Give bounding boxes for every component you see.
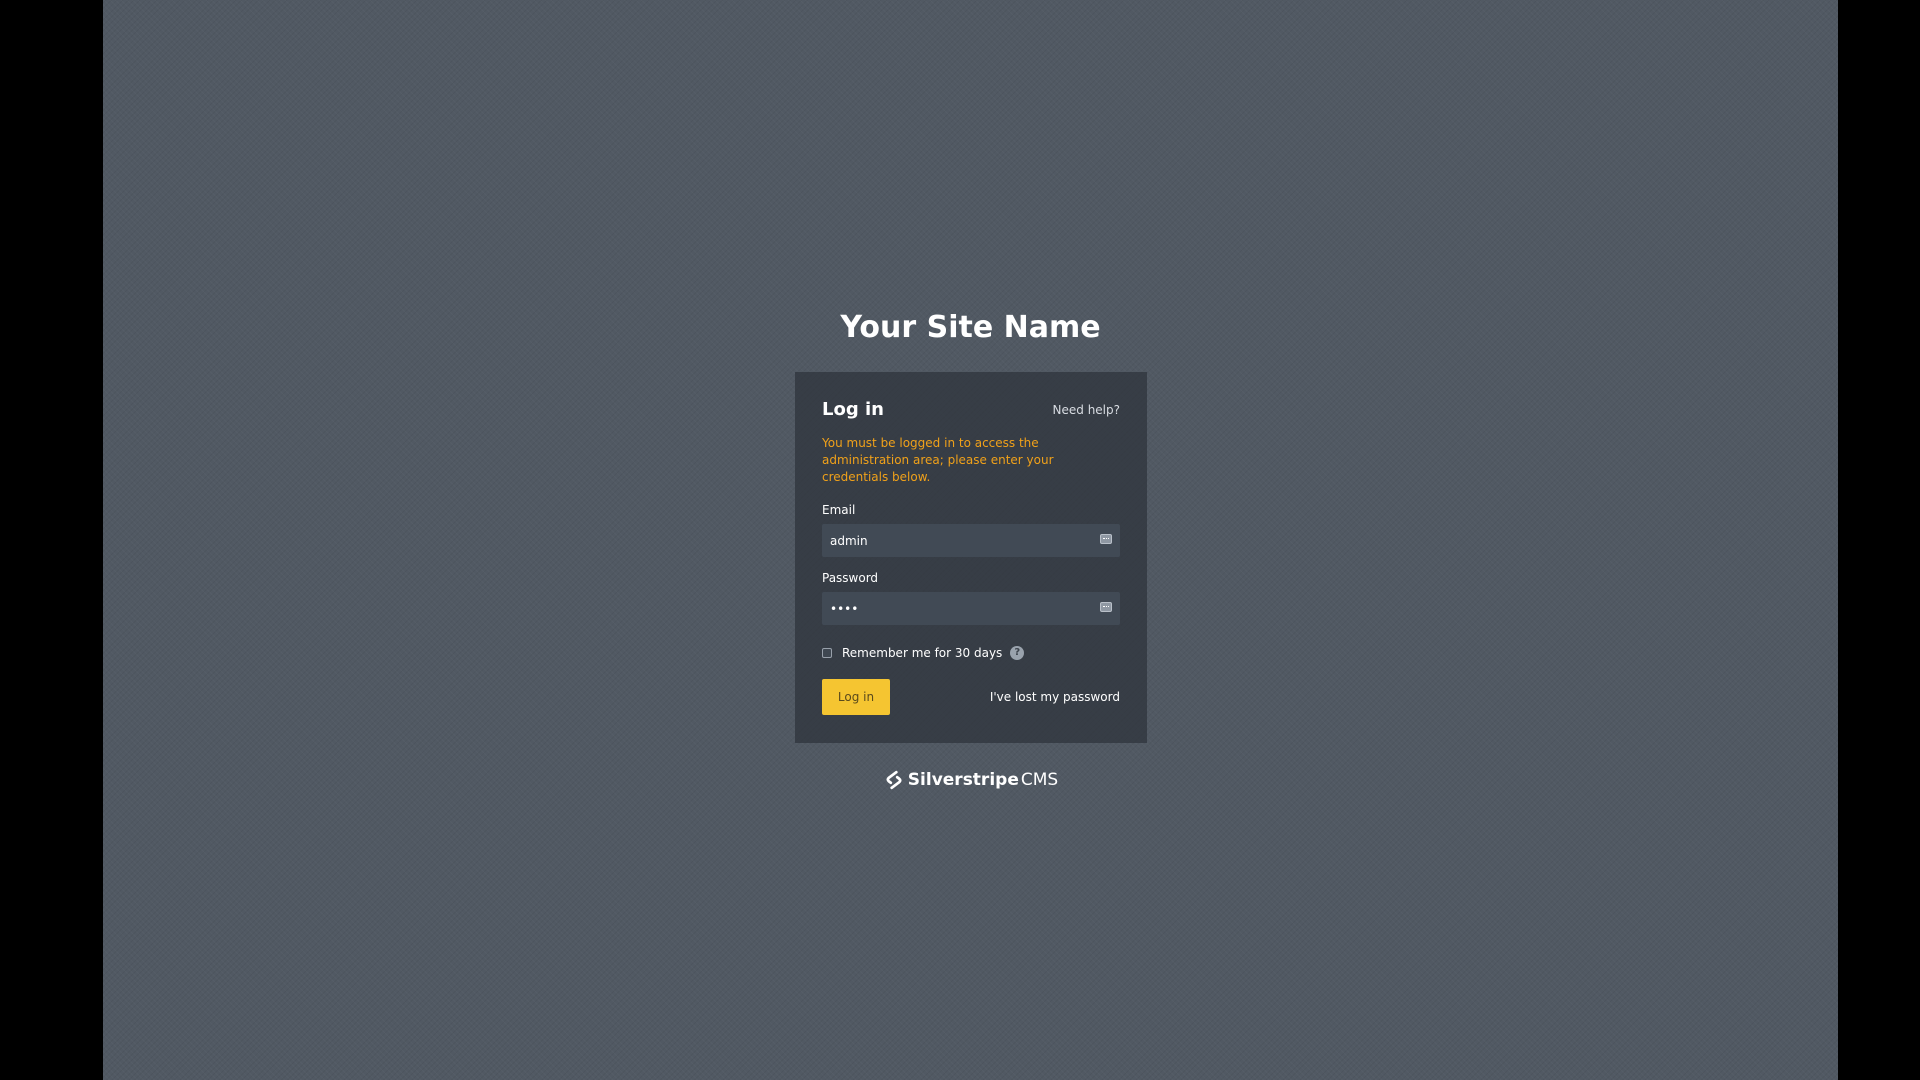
email-field[interactable]: [822, 524, 1120, 557]
silverstripe-logo-icon: [886, 770, 902, 790]
lost-password-link[interactable]: I've lost my password: [990, 690, 1120, 704]
card-header: Log in Need help?: [822, 399, 1120, 421]
password-label: Password: [822, 571, 879, 585]
brand-name: Silverstripe: [907, 770, 1019, 790]
need-help-link[interactable]: Need help?: [1053, 402, 1120, 418]
form-actions: Log in I've lost my password: [822, 679, 1120, 715]
remember-me-row: Remember me for 30 days ?: [822, 644, 1120, 662]
site-title: Your Site Name: [840, 310, 1101, 345]
brand-footer: Silverstripe CMS: [103, 769, 1838, 791]
email-label: Email: [822, 503, 856, 517]
login-notice: You must be logged in to access the admi…: [822, 436, 1054, 484]
password-manager-icon[interactable]: [1100, 534, 1112, 544]
remember-me-label[interactable]: Remember me for 30 days: [842, 645, 1002, 661]
login-card: Log in Need help? You must be logged in …: [795, 372, 1147, 743]
email-input-wrapper: [822, 524, 1120, 557]
brand-suffix: CMS: [1020, 770, 1059, 790]
password-manager-icon[interactable]: [1100, 602, 1112, 612]
password-field[interactable]: [822, 592, 1120, 625]
login-heading: Log in: [822, 399, 884, 420]
login-button[interactable]: Log in: [822, 679, 890, 715]
password-input-wrapper: [822, 592, 1120, 625]
help-icon[interactable]: ?: [1010, 646, 1025, 660]
login-page: Your Site Name Log in Need help? You mus…: [103, 0, 1838, 1080]
remember-me-checkbox[interactable]: [822, 648, 832, 658]
